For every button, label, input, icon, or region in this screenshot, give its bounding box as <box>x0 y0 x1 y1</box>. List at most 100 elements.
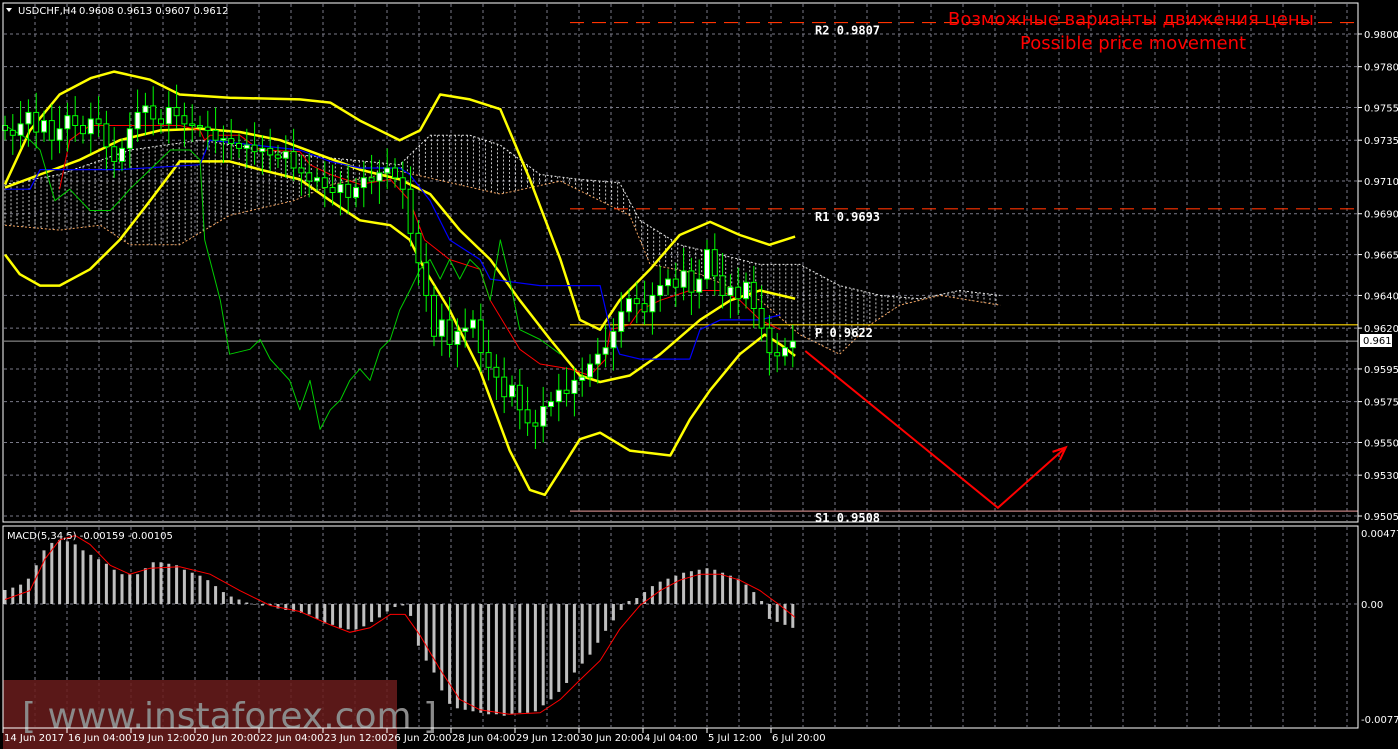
candle-body <box>758 307 765 329</box>
macd-histogram-bar <box>377 604 381 618</box>
candle-body <box>236 142 242 149</box>
candle-body <box>142 105 149 113</box>
candle-body <box>540 406 547 427</box>
candle-body <box>103 123 110 148</box>
candle-body <box>126 128 133 149</box>
macd-tick-label: 0.00 <box>1361 600 1383 611</box>
candle-body <box>516 384 523 411</box>
price-tick-label: 0.9710 <box>1364 177 1398 188</box>
candle-body <box>782 347 788 357</box>
candle-body <box>750 281 757 309</box>
candle-body <box>321 177 328 189</box>
macd-histogram-bar <box>104 563 108 604</box>
candle-body <box>290 151 297 169</box>
candle-body <box>17 123 24 136</box>
dropdown-triangle-icon[interactable] <box>6 8 12 12</box>
candle-body <box>150 105 157 120</box>
macd-histogram-bar <box>167 563 171 604</box>
candle-body <box>626 298 632 313</box>
price-tick-label: 0.9595 <box>1364 365 1398 376</box>
macd-histogram-bar <box>627 601 631 604</box>
candle-body <box>633 298 640 305</box>
candle-body <box>48 120 55 141</box>
candle-body <box>704 249 710 280</box>
macd-histogram-bar <box>229 596 233 604</box>
candle-body <box>376 172 383 182</box>
time-tick-label: 16 Jun 04:00 <box>68 733 132 744</box>
macd-histogram-bar <box>307 604 311 615</box>
macd-histogram-bar <box>611 604 615 621</box>
macd-histogram-bar <box>245 602 249 604</box>
macd-histogram-bar <box>3 589 7 604</box>
grid <box>4 4 1358 727</box>
macd-histogram-bar <box>214 586 218 604</box>
candle-body <box>594 353 601 365</box>
macd-histogram-bar <box>323 604 327 624</box>
macd-histogram-bar <box>354 604 358 630</box>
macd-label: MACD(5,34,5) -0.00159 -0.00105 <box>7 531 173 542</box>
pivot-label-r2: R2 0.9807 <box>815 24 880 38</box>
bollinger-upper-line <box>3 70 796 331</box>
price-tick-label: 0.9800 <box>1364 30 1398 41</box>
candle-body <box>329 187 336 193</box>
candle-body <box>173 107 180 117</box>
candle-body <box>649 294 656 313</box>
macd-histogram-bar <box>604 604 608 631</box>
macd-histogram-bar <box>463 604 467 710</box>
macd-histogram-bar <box>432 604 436 673</box>
candle-body <box>454 330 461 345</box>
candle-body <box>501 376 508 398</box>
candle-body <box>524 409 531 424</box>
macd-histogram-bar <box>253 604 257 605</box>
price-tick-label: 0.9550 <box>1364 438 1398 449</box>
chart-canvas[interactable]: R2 0.9807 R1 0.9693 P 0.9622 S1 0.9508 [ ww… <box>0 0 1398 749</box>
macd-histogram-bar <box>565 604 569 683</box>
candle-body <box>368 177 375 182</box>
candle-body <box>423 262 430 296</box>
macd-histogram-bar <box>260 604 264 606</box>
macd-histogram-bar <box>143 568 147 604</box>
candle-body <box>204 126 211 131</box>
macd-histogram-bar <box>487 604 491 715</box>
time-tick-label: 29 Jun 12:00 <box>516 733 580 744</box>
macd-histogram-bar <box>346 604 350 630</box>
macd-histogram-bar <box>128 574 132 604</box>
candle-body <box>220 138 227 141</box>
macd-histogram-bar <box>416 604 420 646</box>
candle-body <box>610 330 617 349</box>
candle-body <box>688 270 695 293</box>
candle-body <box>446 319 453 345</box>
candle-body <box>657 285 664 296</box>
candle-body <box>95 118 102 125</box>
pivot-value: 0.9508 <box>837 511 880 525</box>
candle-body <box>431 294 437 337</box>
candle-body <box>41 120 47 133</box>
macd-histogram-bar <box>736 578 740 604</box>
macd-histogram-bar <box>338 604 342 628</box>
macd-histogram-bar <box>237 599 241 604</box>
candle-body <box>415 232 422 264</box>
candle-body <box>719 275 726 296</box>
candle-body <box>563 389 570 394</box>
macd-histogram-bar <box>728 575 732 604</box>
macd-histogram-bar <box>479 604 483 713</box>
macd-histogram-bar <box>331 604 335 625</box>
macd-histogram-bar <box>73 544 77 604</box>
macd-histogram-bar <box>767 604 771 619</box>
macd-histogram-bar <box>65 541 69 604</box>
candle-body <box>548 401 554 408</box>
macd-tick-label: -0.00771 <box>1361 715 1398 726</box>
candle-body <box>774 352 781 357</box>
candle-body <box>228 138 235 144</box>
candle-body <box>602 347 609 355</box>
candle-body <box>134 111 141 130</box>
candle-body <box>462 327 469 332</box>
macd-histogram-bar <box>666 578 670 604</box>
candle-body <box>298 167 305 174</box>
macd-histogram-bar <box>120 574 124 604</box>
candle-body <box>25 111 32 125</box>
macd-histogram-bar <box>81 550 85 604</box>
candle-body <box>9 129 16 136</box>
candle-body <box>789 340 796 349</box>
macd-histogram-bar <box>596 604 600 643</box>
